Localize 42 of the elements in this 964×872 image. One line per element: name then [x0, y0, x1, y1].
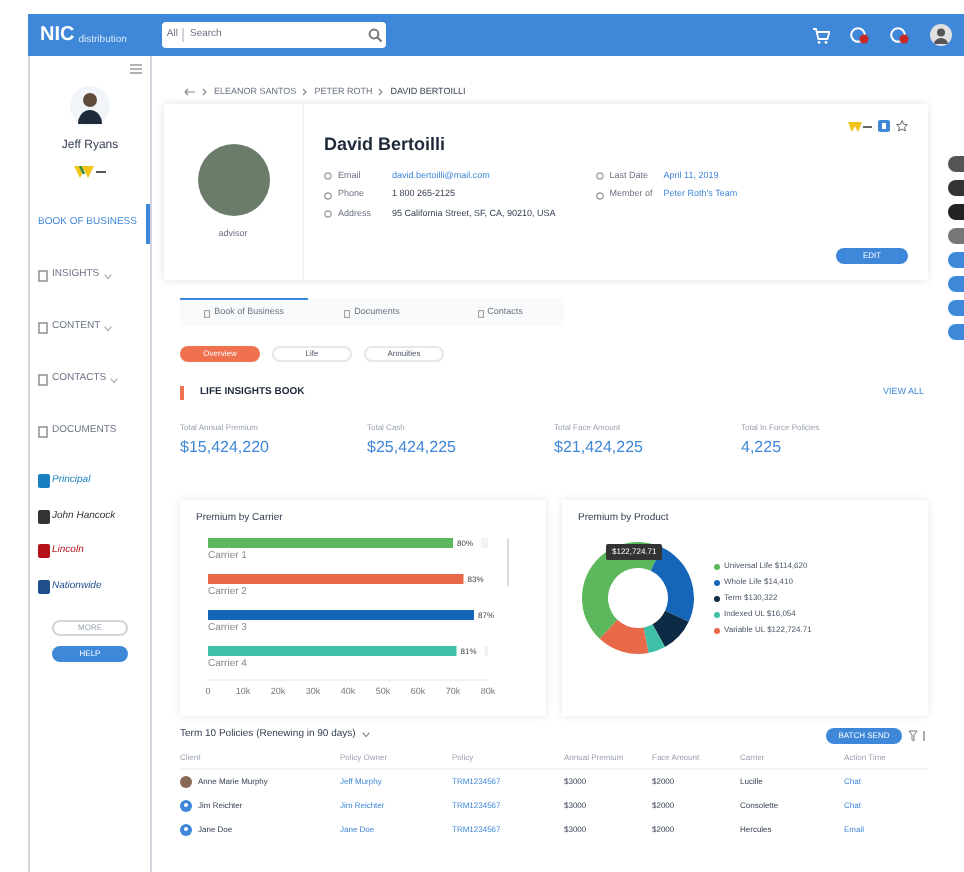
- scrollbar: [507, 537, 509, 587]
- user-avatar-icon: [70, 84, 110, 128]
- notification-icon: [890, 26, 910, 44]
- nav-icon: [38, 270, 48, 282]
- filter-icon: [908, 729, 928, 741]
- nav-icon: [38, 426, 48, 438]
- stat-value: 4,225: [741, 435, 784, 459]
- field-icon: [324, 171, 332, 180]
- tab-icon: [477, 309, 484, 317]
- profile-photo-placeholder: [197, 143, 269, 216]
- field-icon: [595, 171, 604, 180]
- search-icon: [368, 28, 383, 42]
- logo-text: NIC: [40, 25, 75, 45]
- nav-icon: [38, 374, 48, 386]
- chevron-down-icon: [103, 273, 112, 279]
- chevron-down-icon: [104, 325, 113, 331]
- bookmark-icon: [878, 120, 890, 132]
- cart-icon: [812, 27, 830, 43]
- stat-value: $25,424,225: [367, 435, 458, 459]
- stat-value: $21,424,225: [554, 435, 645, 459]
- back-arrow-icon: [184, 88, 196, 96]
- field-icon: [324, 191, 332, 200]
- avatar-photo-placeholder: [180, 775, 192, 787]
- section-marker: [180, 386, 184, 401]
- agency-logo-icon: [74, 166, 106, 178]
- field-icon: [324, 210, 332, 219]
- chevron-right-icon: [378, 88, 385, 96]
- chevron-down-icon: [110, 377, 119, 383]
- chevron-right-icon: [202, 88, 208, 96]
- chevron-down-icon: [361, 732, 370, 738]
- avatar-icon: [930, 24, 952, 46]
- field-icon: [595, 191, 604, 200]
- menu-icon: [130, 64, 142, 74]
- tab-icon: [344, 309, 351, 317]
- stat-value: $15,424,220: [180, 435, 271, 459]
- star-icon: [896, 120, 908, 132]
- notification-icon: [850, 26, 870, 44]
- nav-icon: [38, 322, 48, 334]
- tab-icon: [204, 309, 211, 317]
- chevron-right-icon: [302, 88, 309, 96]
- profile-name: David Bertoilli: [324, 132, 448, 158]
- agency-logo-icon: [848, 121, 872, 131]
